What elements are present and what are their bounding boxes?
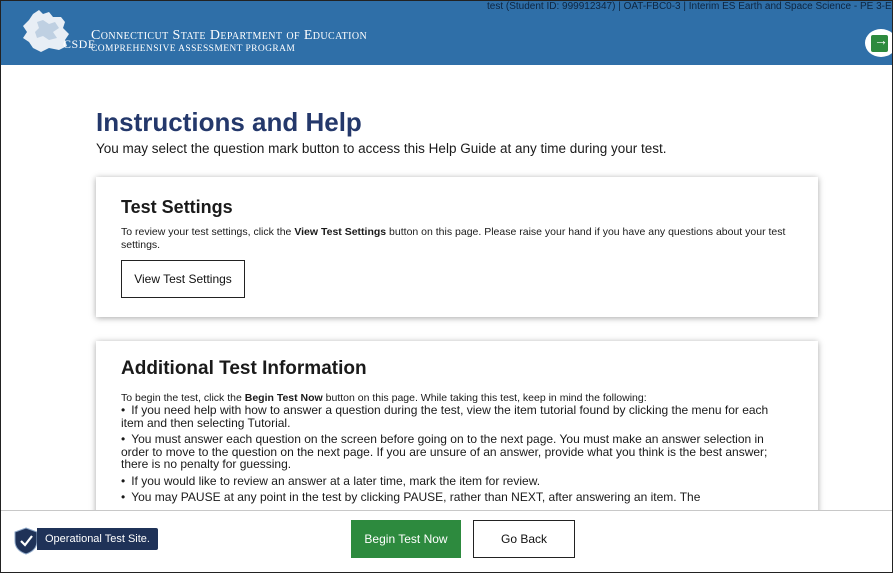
shield-check-icon [14,527,38,555]
test-settings-card: Test Settings To review your test settin… [96,177,818,317]
student-info: test (Student ID: 999912347) | OAT-FBC0-… [487,1,893,12]
exit-button[interactable]: → [865,29,892,57]
list-item: • If you would like to review an answer a… [121,473,541,488]
test-settings-heading: Test Settings [121,197,233,217]
additional-info-heading: Additional Test Information [121,358,367,379]
page-intro: You may select the question mark button … [96,141,667,156]
brand-title: Connecticut State Department of Educatio… [91,28,368,43]
go-back-button[interactable]: Go Back [473,520,575,558]
main-content[interactable]: Instructions and Help You may select the… [1,65,892,510]
begin-test-button[interactable]: Begin Test Now [351,520,461,558]
test-site-badge: Operational Test Site. [37,528,158,550]
list-item: • You may PAUSE at any point in the test … [121,490,701,504]
additional-info-card: Additional Test Information To begin the… [96,341,818,510]
header-bar: CSDE Connecticut State Department of Edu… [1,1,893,65]
exit-arrow-icon: → [874,32,888,48]
view-test-settings-button[interactable]: View Test Settings [121,260,245,298]
additional-info-list: • If you need help with how to answer a q… [121,404,793,508]
page-title: Instructions and Help [96,107,362,137]
list-item: • If you need help with how to answer a q… [121,403,769,430]
csde-logo-icon [23,10,69,52]
brand-subtitle: COMPREHENSIVE ASSESSMENT PROGRAM [91,44,296,54]
test-settings-text-bold: View Test Settings [294,226,387,238]
list-item: • You must answer each question on the sc… [121,432,768,471]
test-settings-text: To review your test settings, click the … [121,226,791,251]
app-window: CSDE Connecticut State Department of Edu… [0,0,893,573]
footer-bar: Operational Test Site. Begin Test Now Go… [1,510,892,572]
test-settings-text-start: To review your test settings, click the [121,226,295,238]
